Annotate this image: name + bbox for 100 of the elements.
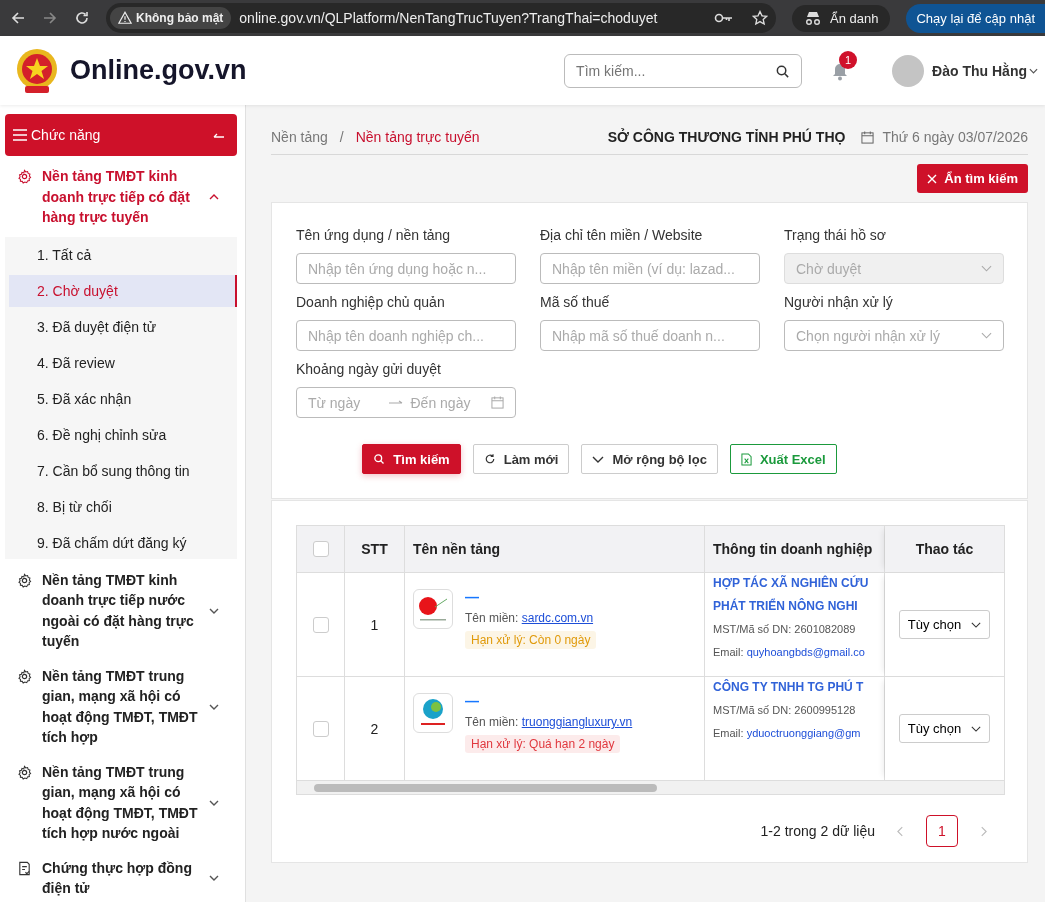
field-label: Doanh nghiệp chủ quản (296, 294, 446, 310)
user-name[interactable]: Đào Thu Hằng (932, 62, 1027, 79)
menu-item[interactable]: 2. Chờ duyệt (9, 274, 237, 307)
field-label: Khoảng ngày gửi duyệt (296, 361, 442, 377)
action-button[interactable]: Xuất Excel (729, 444, 837, 474)
action-button[interactable]: Mở rộng bộ lọc (581, 444, 718, 474)
chevron-icon[interactable] (209, 607, 219, 614)
reload-icon[interactable] (74, 10, 90, 26)
forward-icon[interactable] (42, 10, 58, 26)
action-button[interactable]: Làm mới (472, 444, 570, 474)
menu-item[interactable]: 3. Đã duyệt điện tử (9, 310, 237, 343)
chevron-icon (971, 621, 982, 628)
security-badge[interactable]: Không bảo mật (110, 7, 232, 29)
chevron-icon (592, 455, 605, 463)
spreadsheet-icon (740, 452, 752, 466)
chevron-icon (981, 265, 992, 272)
page-button[interactable]: 1 (926, 815, 958, 847)
action-button[interactable]: Tìm kiếm (362, 444, 461, 474)
menu-group[interactable]: Nền tảng TMĐT trung gian, mạng xã hội có hoạt động TMĐT, TMĐT tích hợp nước ngoài (0, 754, 245, 851)
chevron-icon[interactable] (209, 703, 219, 710)
input-field[interactable]: Nhập tên miền (ví dụ: lazad... (540, 253, 760, 284)
company-name[interactable]: HỢP TÁC XÃ NGHIÊN CỨU (713, 573, 869, 593)
search-icon (373, 453, 386, 465)
chevron-icon[interactable] (209, 799, 219, 806)
field-label: Trạng thái hồ sơ (784, 227, 888, 243)
email-link[interactable]: quyhoangbds@gmail.co (746, 646, 865, 658)
search-icon[interactable] (775, 63, 791, 79)
menu-header[interactable]: Chức năng (5, 114, 237, 156)
star-icon[interactable] (752, 10, 769, 26)
domain-link[interactable]: sardc.com.vn (521, 611, 594, 625)
domain-label: Tên miền: (465, 611, 519, 625)
tax-code: MST/Mã số DN: 2600995128 (713, 703, 856, 718)
chevron-icon[interactable] (209, 875, 219, 881)
horizontal-scrollbar[interactable] (297, 781, 1004, 794)
company-name[interactable]: PHÁT TRIỂN NÔNG NGHI (713, 596, 858, 616)
document-icon (17, 860, 32, 876)
incognito-badge[interactable]: Ẩn danh (792, 4, 891, 32)
deadline-badge: Hạn xử lý: Còn 0 ngày (465, 631, 597, 649)
menu-group[interactable]: Nền tảng TMĐT kinh doanh trực tiếp nước ngoài có đặt hàng trực tuyến (0, 562, 245, 659)
menu-item[interactable]: 1. Tất cả (9, 238, 237, 271)
domain-label: Tên miền: (465, 715, 519, 729)
menu-item[interactable]: 4. Đã review (9, 346, 237, 379)
menu-group-label: Chứng thực hợp đồng điện tử (42, 858, 193, 898)
back-icon[interactable] (10, 10, 26, 26)
gear-icon (17, 169, 32, 184)
menu-item[interactable]: 6. Đề nghị chỉnh sửa (9, 418, 237, 451)
input-field[interactable]: Nhập tên ứng dụng hoặc n... (296, 253, 516, 284)
company-name[interactable]: CÔNG TY TNHH TG PHÚ T (713, 677, 864, 697)
row-checkbox[interactable] (312, 616, 329, 633)
breadcrumb-current: Nền tảng trực tuyến (355, 129, 480, 145)
hide-search-button[interactable]: Ẩn tìm kiếm (917, 164, 1028, 193)
options-dropdown[interactable]: Tùy chọn (898, 714, 991, 743)
input-field[interactable]: Nhập mã số thuế doanh n... (540, 320, 760, 351)
refresh-icon (483, 453, 496, 465)
email-label: Email: (713, 646, 744, 658)
address-bar[interactable]: Không bảo mật online.gov.vn/QLPlatform/NenTangTrucTuyen?TrangThai=choduyet (106, 3, 777, 33)
email-link[interactable]: yduoctruonggiang@gm (746, 727, 861, 739)
agency-name: SỞ CÔNG THƯƠNG TỈNH PHÚ THỌ (607, 129, 846, 145)
arrow-icon (388, 399, 403, 406)
chevron-icon[interactable] (209, 193, 219, 200)
calendar-icon (861, 130, 875, 144)
menu-icon[interactable] (13, 129, 27, 141)
menu-item[interactable]: 5. Đã xác nhận (9, 382, 237, 415)
row-checkbox[interactable] (312, 720, 329, 737)
select-all-checkbox[interactable] (312, 541, 329, 557)
menu-item[interactable]: 7. Cần bổ sung thông tin (9, 454, 237, 487)
bell-icon[interactable] (832, 62, 849, 81)
menu-item[interactable]: 9. Đã chấm dứt đăng ký (9, 526, 237, 559)
column-header: Thao tác (885, 526, 1004, 572)
collapse-icon[interactable] (213, 132, 225, 138)
gear-icon (17, 764, 32, 780)
menu-item[interactable]: 8. Bị từ chối (9, 490, 237, 523)
chevron-icon (981, 332, 992, 339)
gear-icon (17, 572, 32, 588)
menu-group[interactable]: Nền tảng TMĐT trung gian, mạng xã hội có hoạt động TMĐT, TMĐT tích hợp (0, 658, 245, 755)
table-cell: 2 (345, 677, 405, 780)
table-cell: 1 (345, 573, 405, 676)
notification-count: 1 (839, 50, 858, 69)
breadcrumb-link[interactable]: Nền tảng (271, 129, 328, 145)
site-logo[interactable]: Online.gov.vn (70, 55, 247, 86)
menu-group[interactable]: Chứng thực hợp đồng điện tử (0, 850, 245, 902)
breadcrumb-separator: / (339, 129, 344, 145)
tax-code: MST/Mã số DN: 2601082089 (713, 622, 856, 637)
search-field[interactable]: Tìm kiếm... (564, 53, 803, 88)
close-icon (927, 173, 938, 184)
calendar-icon (491, 396, 504, 409)
email-label: Email: (713, 727, 744, 739)
chevron-icon (971, 725, 982, 732)
domain-link[interactable]: truonggiangluxury.vn (521, 715, 633, 729)
options-dropdown[interactable]: Tùy chọn (898, 610, 991, 639)
column-header: STT (345, 526, 405, 572)
caret-icon[interactable] (1029, 67, 1038, 74)
url-text: online.gov.vn/QLPlatform/NenTangTrucTuyen?TrangThai=choduyet (239, 10, 659, 26)
column-header: Tên nền tảng (405, 526, 705, 572)
menu-group[interactable]: Nền tảng TMĐT kinh doanh trực tiếp có đặt hàng trực tuyến (0, 156, 245, 235)
platform-name[interactable]: — (465, 589, 597, 605)
menu-group-label: Nền tảng TMĐT trung gian, mạng xã hội có hoạt động TMĐT, TMĐT tích hợp nước ngoài (42, 762, 199, 843)
update-button[interactable]: Chạy lại để cập nhật (906, 3, 1045, 33)
input-field[interactable]: Nhập tên doanh nghiệp ch... (296, 320, 516, 351)
platform-name[interactable]: — (465, 693, 633, 709)
